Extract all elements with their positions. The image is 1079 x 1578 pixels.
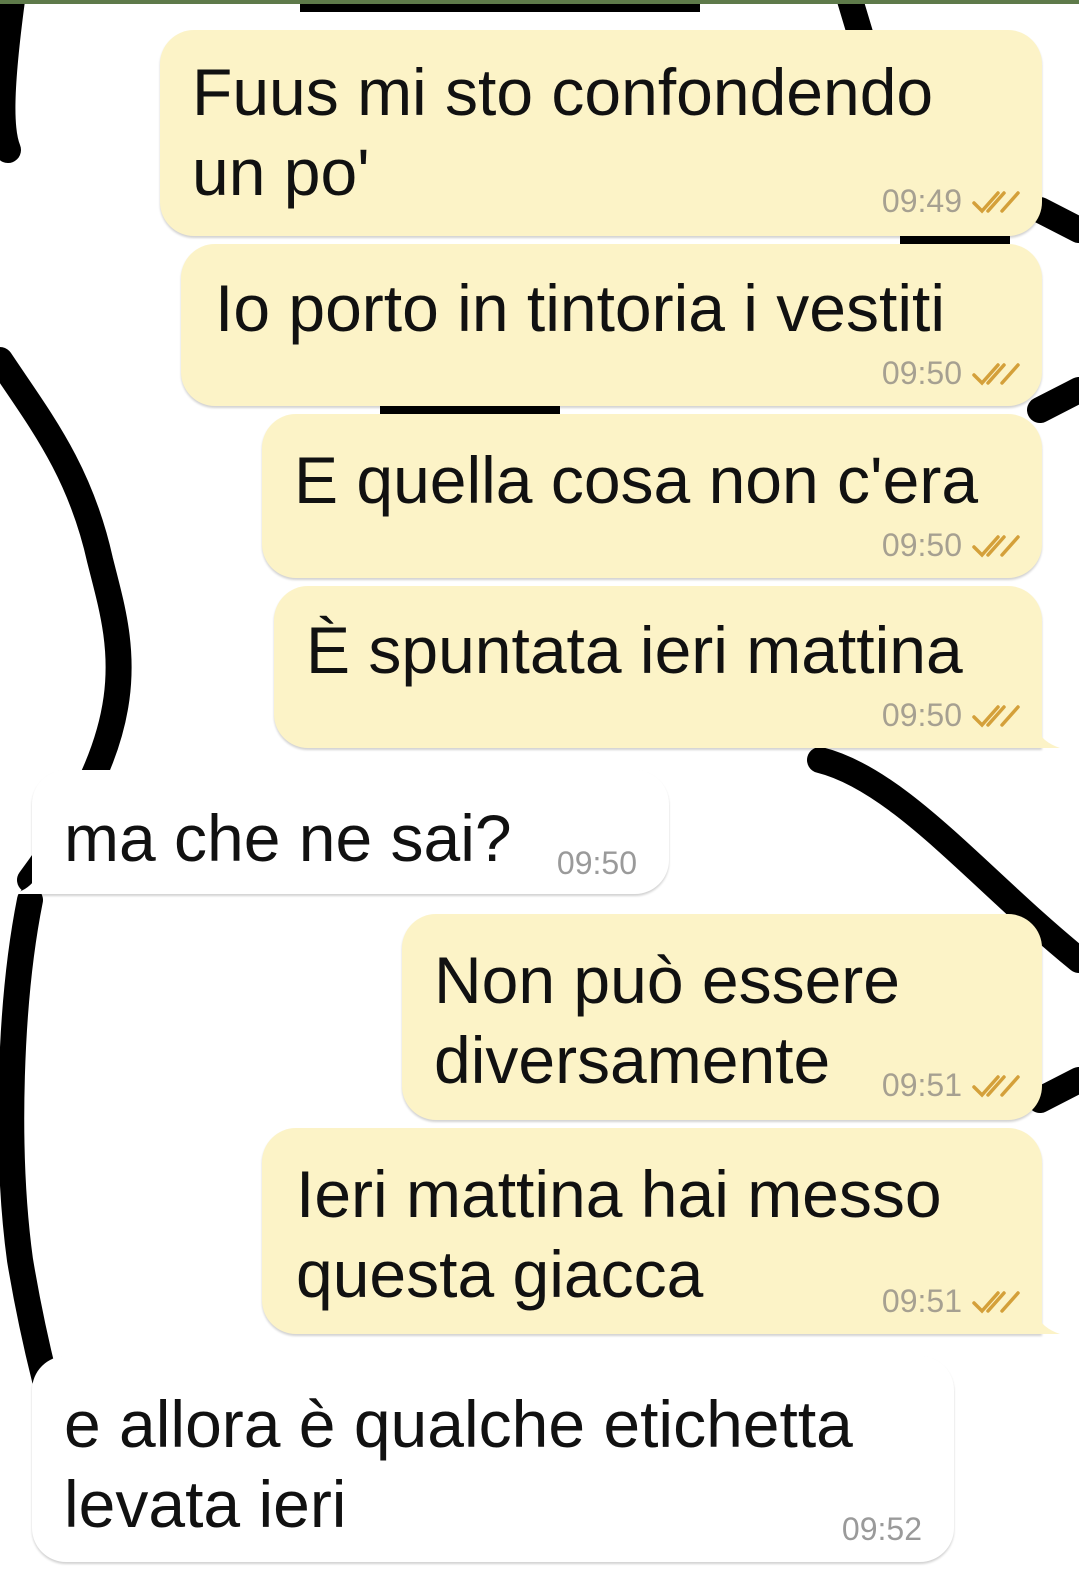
message-time: 09:51 [881,1283,962,1319]
message-time: 09:52 [841,1511,922,1547]
outgoing-message[interactable]: Fuus mi sto confondendo un po' 09:49 [160,30,1042,236]
message-time: 09:50 [881,527,962,563]
message-meta: 09:50 [882,355,1020,392]
incoming-message[interactable]: ma che ne sai? 09:50 [14,770,669,894]
outgoing-message[interactable]: Ieri mattina hai messo questa giacca 09:… [262,1128,1060,1334]
message-text: Io porto in tintoria i vestiti [215,271,945,345]
message-text: Fuus mi sto confondendo un po' [192,55,934,209]
message-text: Ieri mattina hai messo questa giacca [296,1157,942,1311]
message-time: 09:49 [881,183,962,219]
message-time: 09:51 [881,1067,962,1103]
outgoing-message[interactable]: Io porto in tintoria i vestiti 09:50 [181,244,1042,406]
message-meta: 09:52 [842,1511,922,1548]
double-check-icon [972,190,1020,214]
message-text: Non può essere diversamente [434,943,900,1097]
outgoing-message[interactable]: E quella cosa non c'era 09:50 [262,414,1042,578]
message-text: ma che ne sai? [64,801,512,875]
outgoing-message[interactable]: È spuntata ieri mattina 09:50 [274,586,1060,748]
message-text: E quella cosa non c'era [294,443,979,517]
double-check-icon [972,1074,1020,1098]
message-meta: 09:50 [557,845,637,882]
bubble-tail [1036,728,1060,748]
message-meta: 09:50 [882,697,1020,734]
bubble-tail [14,874,38,894]
message-time: 09:50 [556,845,637,881]
message-meta: 09:51 [882,1283,1020,1320]
message-text: e allora è qualche etichetta levata ieri [64,1387,853,1541]
double-check-icon [972,362,1020,386]
message-text: È spuntata ieri mattina [306,613,963,687]
message-meta: 09:49 [882,183,1020,220]
incoming-message[interactable]: e allora è qualche etichetta levata ieri… [32,1356,954,1562]
bubble-tail [1036,1314,1060,1334]
double-check-icon [972,534,1020,558]
outgoing-message[interactable]: Non può essere diversamente 09:51 [402,914,1042,1120]
double-check-icon [972,1290,1020,1314]
message-meta: 09:51 [882,1067,1020,1104]
double-check-icon [972,704,1020,728]
message-time: 09:50 [881,355,962,391]
message-meta: 09:50 [882,527,1020,564]
message-time: 09:50 [881,697,962,733]
